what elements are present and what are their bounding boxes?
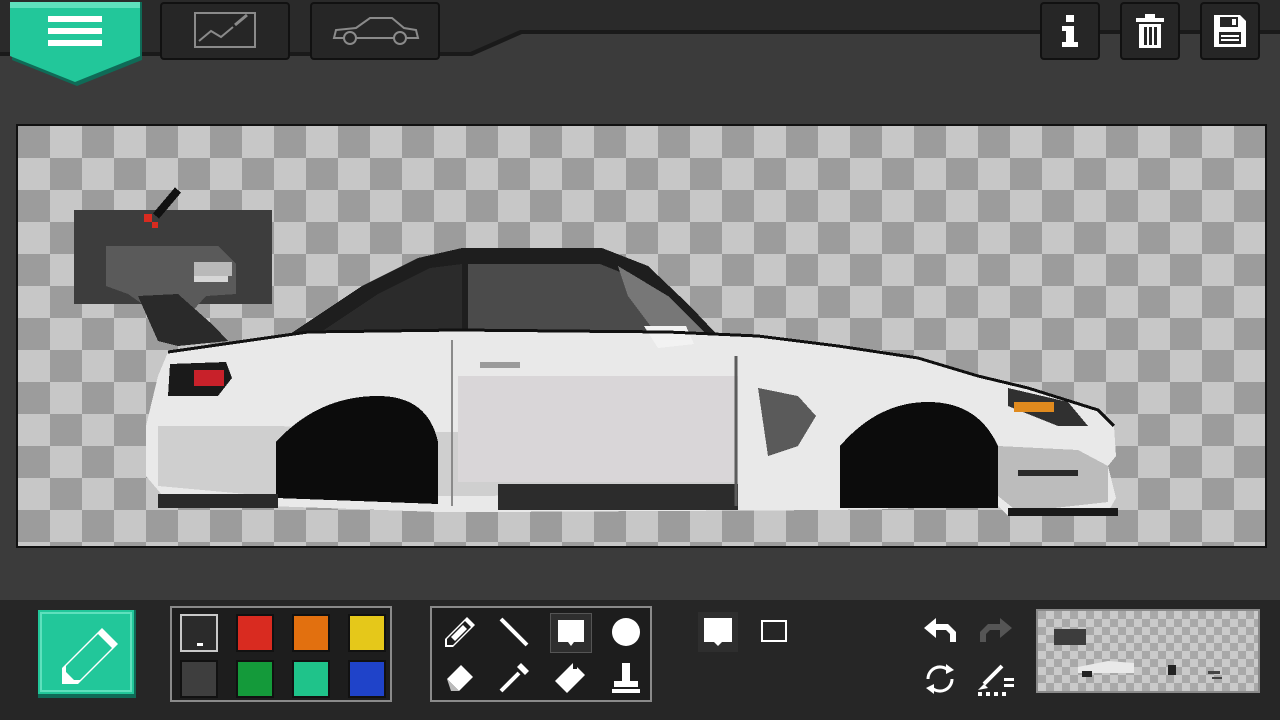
color-swatch[interactable]	[180, 660, 218, 698]
selected-color-indicator	[197, 643, 203, 646]
color-palette	[170, 606, 392, 702]
hamburger-menu-icon	[48, 16, 102, 46]
brush-settings-button[interactable]	[974, 660, 1016, 698]
redo-button[interactable]	[976, 614, 1016, 648]
bucket-tool[interactable]	[550, 659, 590, 697]
refresh-button[interactable]	[920, 660, 960, 698]
color-swatch[interactable]	[348, 660, 386, 698]
floppy-disk-icon	[1214, 15, 1246, 47]
undo-icon	[924, 618, 956, 642]
outline-shape-toggle[interactable]	[758, 614, 792, 648]
outline-square-icon	[761, 620, 787, 642]
refresh-icon	[926, 664, 954, 694]
top-toolbar	[0, 0, 1280, 86]
brush-settings-icon	[978, 664, 1014, 696]
eyedropper-icon	[499, 663, 529, 693]
menu-button[interactable]	[10, 2, 144, 88]
save-button[interactable]	[1200, 2, 1260, 60]
car-outline-icon	[332, 17, 420, 45]
pencil-mode-button[interactable]	[38, 610, 136, 698]
background-layer-tab[interactable]	[160, 2, 290, 60]
undo-button[interactable]	[920, 614, 960, 648]
eyedropper-tool[interactable]	[494, 659, 534, 697]
pencil-tool[interactable]	[440, 613, 480, 651]
fill-rect-icon	[558, 620, 584, 646]
line-tool[interactable]	[494, 613, 534, 651]
circle-tool[interactable]	[606, 613, 646, 651]
color-swatch[interactable]	[348, 614, 386, 652]
info-button[interactable]	[1040, 2, 1100, 60]
color-swatch[interactable]	[292, 660, 330, 698]
redo-icon	[980, 618, 1012, 642]
trash-icon	[1136, 14, 1164, 48]
info-icon	[1062, 15, 1078, 47]
color-swatch[interactable]	[236, 614, 274, 652]
filled-square-icon	[698, 612, 738, 652]
delete-button[interactable]	[1120, 2, 1180, 60]
eraser-icon	[447, 665, 473, 691]
rectangle-fill-tool[interactable]	[550, 613, 592, 653]
car-layer-tab[interactable]	[310, 2, 440, 60]
pencil-icon	[445, 617, 475, 647]
line-icon	[499, 617, 529, 647]
eraser-tool[interactable]	[440, 659, 480, 697]
color-swatch[interactable]	[292, 614, 330, 652]
tools-panel	[430, 606, 652, 702]
image-sketch-icon	[194, 12, 256, 48]
color-swatch[interactable]	[236, 660, 274, 698]
color-swatch[interactable]	[180, 614, 218, 652]
layer-preview-thumbnail[interactable]	[1036, 609, 1260, 693]
car-drawing	[74, 187, 1118, 516]
bucket-icon	[555, 663, 585, 693]
stamp-tool[interactable]	[606, 659, 646, 697]
drawing-canvas[interactable]	[16, 124, 1267, 548]
stamp-icon	[612, 663, 640, 693]
circle-icon	[612, 618, 640, 646]
filled-shape-toggle[interactable]	[698, 612, 738, 652]
